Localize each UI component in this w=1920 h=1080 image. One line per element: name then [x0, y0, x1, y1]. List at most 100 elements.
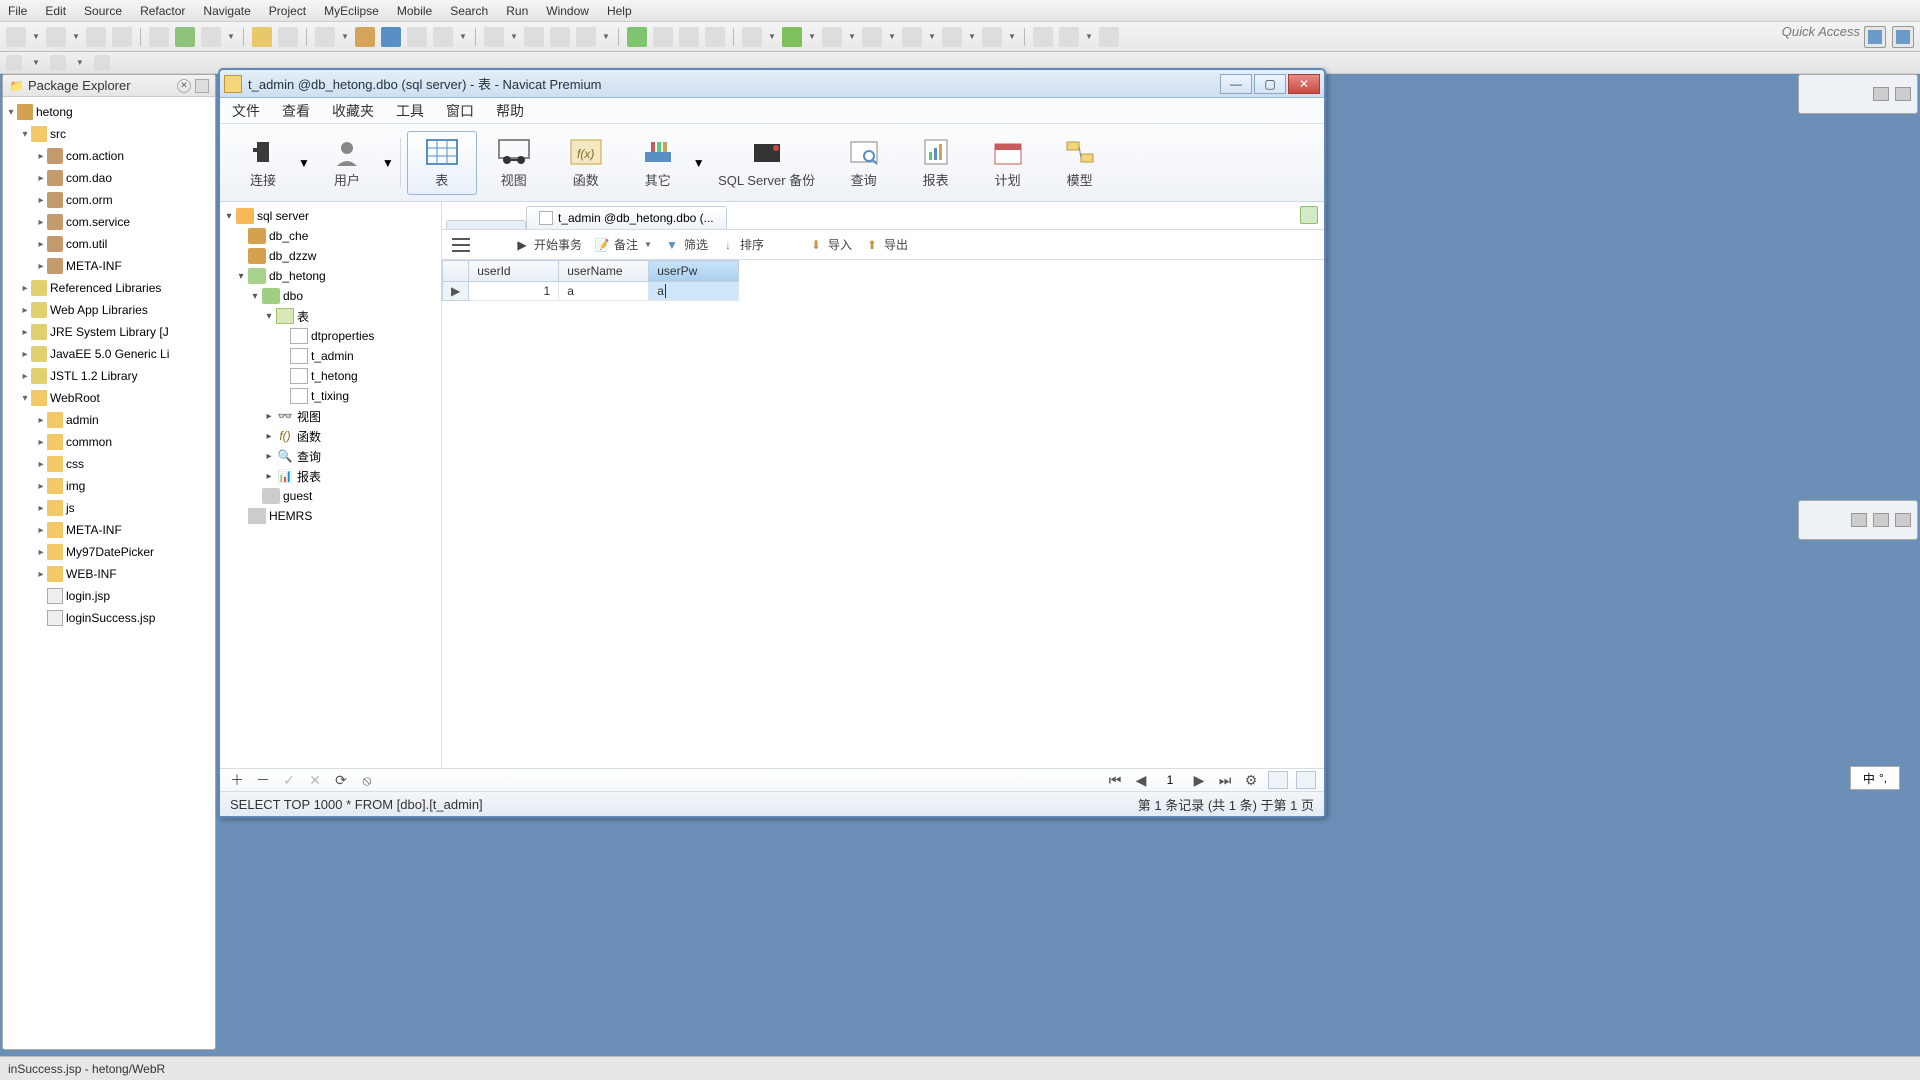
- dropdown-icon[interactable]: ▼: [341, 27, 349, 47]
- dropdown-icon[interactable]: ▼: [298, 156, 310, 170]
- connection-button[interactable]: 连接: [228, 131, 298, 195]
- user-button[interactable]: 用户: [312, 131, 382, 195]
- page-number[interactable]: 1: [1158, 773, 1182, 787]
- tree-pkg[interactable]: com.orm: [66, 193, 113, 207]
- menu-help[interactable]: Help: [607, 4, 632, 18]
- tree-db[interactable]: HEMRS: [269, 509, 312, 523]
- filter-button[interactable]: ▼筛选: [664, 236, 708, 253]
- add-record-button[interactable]: ＋: [228, 771, 246, 789]
- last-page-button[interactable]: ⏭: [1216, 771, 1234, 789]
- bug-icon[interactable]: [742, 27, 762, 47]
- minimize-icon[interactable]: [1873, 513, 1889, 527]
- dropdown-icon[interactable]: ▼: [1085, 27, 1093, 47]
- minimize-icon[interactable]: [1895, 513, 1911, 527]
- tree-file[interactable]: login.jsp: [66, 589, 110, 603]
- tree-lib[interactable]: Referenced Libraries: [50, 281, 161, 295]
- link-icon[interactable]: [705, 27, 725, 47]
- package-icon[interactable]: [315, 27, 335, 47]
- delete-record-button[interactable]: －: [254, 771, 272, 789]
- menu-help[interactable]: 帮助: [496, 101, 524, 121]
- tree-folder[interactable]: common: [66, 435, 112, 449]
- server-icon[interactable]: [524, 27, 544, 47]
- dropdown-icon[interactable]: ▼: [382, 156, 394, 170]
- cancel-button[interactable]: ✕: [306, 771, 324, 789]
- tree-lib[interactable]: JRE System Library [J: [50, 325, 169, 339]
- data-grid[interactable]: userId userName userPw ▶ 1 a a: [442, 260, 1324, 768]
- settings-icon[interactable]: ⚙: [1242, 771, 1260, 789]
- dropdown-icon[interactable]: ▼: [32, 27, 40, 47]
- restart-server-icon[interactable]: [576, 27, 596, 47]
- open-type-icon[interactable]: [149, 27, 169, 47]
- tree-pkg[interactable]: com.util: [66, 237, 107, 251]
- tree-pkg[interactable]: com.service: [66, 215, 130, 229]
- import-button[interactable]: ⬇导入: [808, 236, 852, 253]
- cell-userpw[interactable]: a: [649, 282, 739, 301]
- dropdown-icon[interactable]: ▼: [848, 27, 856, 47]
- prev-page-button[interactable]: ◀: [1132, 771, 1150, 789]
- run-icon[interactable]: [175, 27, 195, 47]
- dropdown-icon[interactable]: ▼: [510, 27, 518, 47]
- tree-folder[interactable]: js: [66, 501, 75, 515]
- ime-indicator[interactable]: 中 °,: [1850, 766, 1900, 790]
- tree-db[interactable]: db_che: [269, 229, 308, 243]
- tree-views[interactable]: 视图: [297, 408, 321, 425]
- menu-source[interactable]: Source: [84, 4, 122, 18]
- dropdown-icon[interactable]: ▼: [227, 27, 235, 47]
- tree-folder[interactable]: My97DatePicker: [66, 545, 154, 559]
- tab-objects[interactable]: [446, 220, 526, 229]
- deploy-icon[interactable]: [484, 27, 504, 47]
- tree-functions[interactable]: 函数: [297, 428, 321, 445]
- tree-folder[interactable]: admin: [66, 413, 99, 427]
- tree-folder[interactable]: META-INF: [66, 523, 122, 537]
- package-explorer-tree[interactable]: ▾hetong ▾src ▸com.action ▸com.dao ▸com.o…: [3, 97, 215, 1045]
- box-icon[interactable]: [355, 27, 375, 47]
- column-header-username[interactable]: userName: [559, 261, 649, 282]
- model-button[interactable]: 模型: [1045, 131, 1115, 195]
- menu-view[interactable]: 查看: [282, 101, 310, 121]
- menu-search[interactable]: Search: [450, 4, 488, 18]
- dropdown-icon[interactable]: ▼: [602, 27, 610, 47]
- eclipse-minimized-view-bottom[interactable]: [1798, 500, 1918, 540]
- perspective-java-icon[interactable]: [1864, 26, 1886, 48]
- wand-icon[interactable]: [201, 27, 221, 47]
- tree-schema-guest[interactable]: guest: [283, 489, 312, 503]
- menu-run[interactable]: Run: [506, 4, 528, 18]
- tree-src[interactable]: src: [50, 127, 66, 141]
- report-button[interactable]: 报表: [901, 131, 971, 195]
- tree-table[interactable]: t_tixing: [311, 389, 349, 403]
- tree-project[interactable]: hetong: [36, 105, 73, 119]
- tree-db[interactable]: db_dzzw: [269, 249, 316, 263]
- menu-edit[interactable]: Edit: [45, 4, 66, 18]
- tree-db-open[interactable]: db_hetong: [269, 269, 326, 283]
- dropdown-icon[interactable]: ▼: [72, 27, 80, 47]
- query-button[interactable]: 查询: [829, 131, 899, 195]
- tree-file[interactable]: loginSuccess.jsp: [66, 611, 155, 625]
- close-button[interactable]: ✕: [1288, 74, 1320, 94]
- next-page-button[interactable]: ▶: [1190, 771, 1208, 789]
- cell-username[interactable]: a: [559, 282, 649, 301]
- tree-lib[interactable]: Web App Libraries: [50, 303, 148, 317]
- navicat-titlebar[interactable]: t_admin @db_hetong.dbo (sql server) - 表 …: [220, 70, 1324, 98]
- tree-pkg[interactable]: com.dao: [66, 171, 112, 185]
- tree-reports[interactable]: 报表: [297, 468, 321, 485]
- tab-overflow-icon[interactable]: [1300, 206, 1318, 224]
- tree-pkg[interactable]: com.action: [66, 149, 124, 163]
- save-all-icon[interactable]: [86, 27, 106, 47]
- sync-icon[interactable]: [902, 27, 922, 47]
- tree-lib[interactable]: JavaEE 5.0 Generic Li: [50, 347, 169, 361]
- debug-dropdown-icon[interactable]: [627, 27, 647, 47]
- print-icon[interactable]: [112, 27, 132, 47]
- minimize-button[interactable]: —: [1220, 74, 1252, 94]
- editor-toggle-icon[interactable]: [195, 79, 209, 93]
- cell-userid[interactable]: 1: [469, 282, 559, 301]
- maximize-button[interactable]: ▢: [1254, 74, 1286, 94]
- menu-mobile[interactable]: Mobile: [397, 4, 432, 18]
- form-view-button[interactable]: [1296, 771, 1316, 789]
- menu-project[interactable]: Project: [269, 4, 306, 18]
- stop-server-icon[interactable]: [550, 27, 570, 47]
- dropdown-icon[interactable]: ▼: [928, 27, 936, 47]
- menu-window[interactable]: 窗口: [446, 101, 474, 121]
- menu-navigate[interactable]: Navigate: [203, 4, 250, 18]
- others-button[interactable]: 其它: [623, 131, 693, 195]
- tree-table[interactable]: dtproperties: [311, 329, 374, 343]
